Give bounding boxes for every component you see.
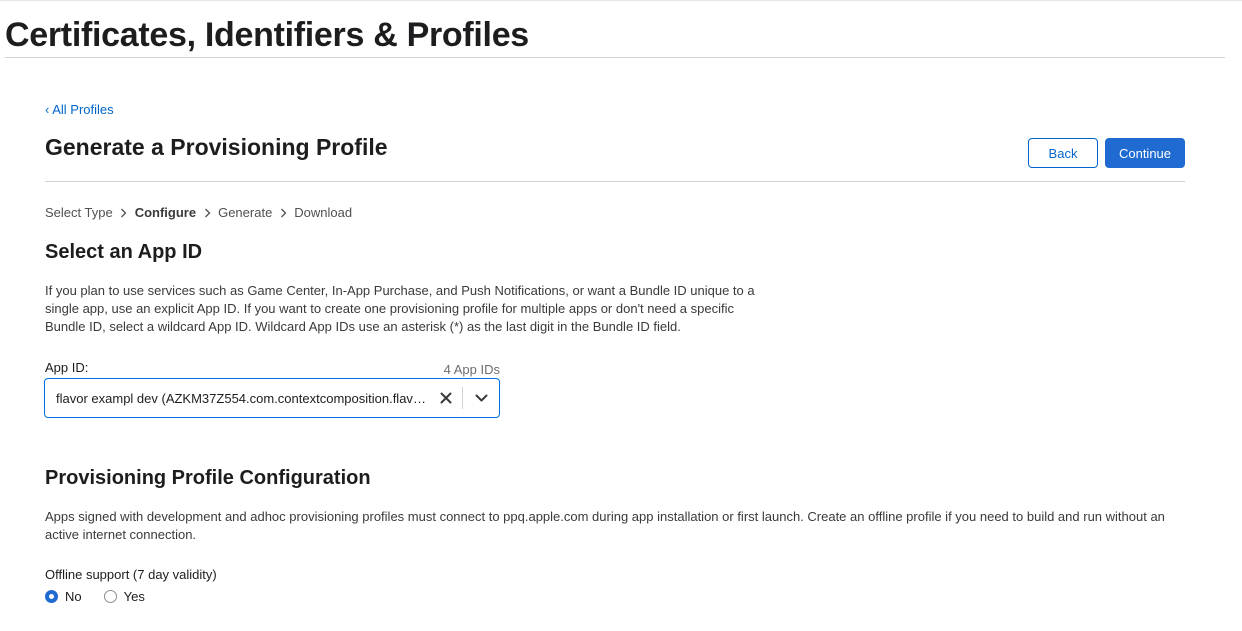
chevron-down-icon[interactable] (463, 379, 499, 417)
offline-no-radio[interactable] (45, 590, 58, 603)
offline-support-radio-group: No Yes (45, 589, 167, 604)
offline-yes-label: Yes (123, 589, 145, 604)
offline-yes-option[interactable]: Yes (103, 589, 145, 604)
offline-no-option[interactable]: No (45, 589, 82, 604)
chevron-right-icon (113, 204, 135, 220)
config-description: Apps signed with development and adhoc p… (45, 509, 1165, 542)
close-icon[interactable] (430, 379, 462, 417)
step-configure: Configure (134, 204, 197, 220)
back-button[interactable]: Back (1028, 138, 1098, 168)
all-profiles-link[interactable]: ‹ All Profiles (45, 102, 114, 117)
offline-no-label: No (65, 589, 82, 604)
top-divider (0, 0, 1242, 1)
title-divider (5, 57, 1225, 58)
chevron-right-icon (196, 204, 218, 220)
step-breadcrumb: Select Type Configure Generate Download (45, 204, 352, 220)
step-download: Download (294, 204, 353, 220)
app-id-select[interactable]: flavor exampl dev (AZKM37Z554.com.contex… (44, 378, 500, 418)
app-id-description: If you plan to use services such as Game… (45, 283, 755, 334)
app-id-label: App ID: (45, 360, 89, 375)
offline-support-label: Offline support (7 day validity) (45, 567, 217, 582)
app-id-count: 4 App IDs (443, 362, 500, 377)
continue-button[interactable]: Continue (1105, 138, 1185, 168)
app-id-selected-value[interactable]: flavor exampl dev (AZKM37Z554.com.contex… (45, 391, 430, 406)
step-generate: Generate (218, 204, 273, 220)
chevron-right-icon (272, 204, 294, 220)
config-section-title: Provisioning Profile Configuration (45, 467, 371, 489)
site-title: Certificates, Identifiers & Profiles (5, 16, 529, 54)
app-id-section-title: Select an App ID (45, 241, 203, 263)
page-title: Generate a Provisioning Profile (45, 134, 388, 160)
step-select-type: Select Type (45, 204, 113, 220)
offline-yes-radio[interactable] (103, 590, 117, 603)
header-divider (45, 181, 1185, 182)
